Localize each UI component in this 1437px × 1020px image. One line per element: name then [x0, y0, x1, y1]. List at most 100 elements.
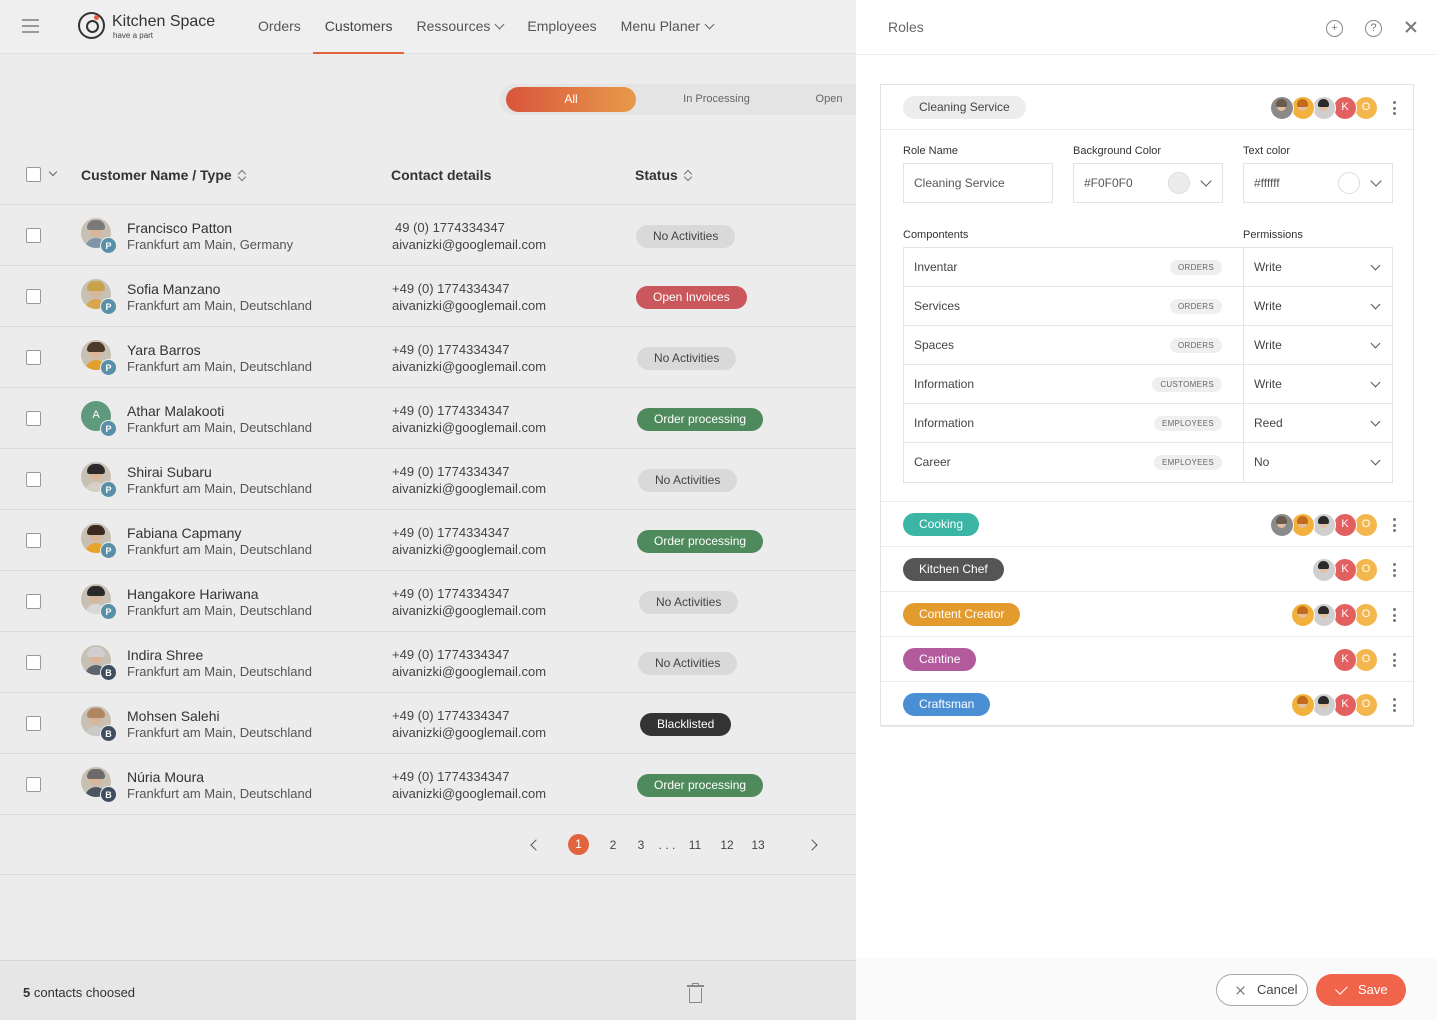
column-header-status[interactable]: Status — [635, 167, 693, 183]
role-row[interactable]: Cantine O K — [881, 637, 1413, 682]
page-2[interactable]: 2 — [603, 834, 623, 856]
background-color-picker[interactable]: #F0F0F0 — [1073, 163, 1223, 203]
table-row[interactable]: P Fabiana Capmany Frankfurt am Main, Deuts… — [0, 510, 856, 571]
filter-all[interactable]: All — [506, 87, 636, 112]
role-row[interactable]: Craftsman O K — [881, 682, 1413, 727]
permission-select[interactable]: Reed — [1244, 404, 1393, 443]
row-checkbox[interactable] — [26, 350, 41, 365]
row-checkbox[interactable] — [26, 533, 41, 548]
permission-select[interactable]: Write — [1244, 365, 1393, 404]
nav-item-orders[interactable]: Orders — [246, 0, 313, 54]
row-checkbox[interactable] — [26, 228, 41, 243]
nav-item-menu-planer[interactable]: Menu Planer — [609, 0, 725, 54]
row-checkbox[interactable] — [26, 411, 41, 426]
member-avatar-k[interactable]: K — [1333, 693, 1357, 717]
page-13[interactable]: 13 — [748, 834, 768, 856]
nav-item-ressources[interactable]: Ressources — [404, 0, 515, 54]
chevron-down-icon[interactable] — [1370, 175, 1382, 187]
select-options-chevron-icon[interactable] — [48, 167, 58, 177]
table-row[interactable]: B Mohsen Salehi Frankfurt am Main, Deutsch… — [0, 693, 856, 754]
prev-page-icon[interactable] — [530, 839, 542, 851]
table-row[interactable]: P Hangakore Hariwana Frankfurt am Main, De… — [0, 571, 856, 632]
row-checkbox[interactable] — [26, 594, 41, 609]
add-role-icon[interactable]: + — [1326, 20, 1343, 37]
table-row[interactable]: P Shirai Subaru Frankfurt am Main, Deutsch… — [0, 449, 856, 510]
member-avatar[interactable] — [1291, 513, 1315, 537]
more-options-icon[interactable] — [1393, 563, 1396, 580]
sort-icon[interactable] — [684, 169, 693, 181]
permission-select[interactable]: Write — [1244, 326, 1393, 365]
cancel-button[interactable]: Cancel — [1216, 974, 1308, 1006]
more-options-icon[interactable] — [1393, 518, 1396, 535]
page-3[interactable]: 3 — [631, 834, 651, 856]
member-avatar[interactable] — [1312, 96, 1336, 120]
table-row[interactable]: P Sofia Manzano Frankfurt am Main, Deutsch… — [0, 266, 856, 327]
close-icon[interactable] — [1404, 20, 1418, 34]
help-icon[interactable]: ? — [1365, 20, 1382, 37]
column-header-customer[interactable]: Customer Name / Type — [81, 167, 247, 183]
more-options-icon[interactable] — [1393, 698, 1396, 715]
hamburger-menu-icon[interactable] — [22, 19, 39, 33]
text-color-picker[interactable]: #ffffff — [1243, 163, 1393, 203]
member-avatar[interactable] — [1291, 603, 1315, 627]
page-12[interactable]: 12 — [717, 834, 737, 856]
row-checkbox[interactable] — [26, 472, 41, 487]
permission-select[interactable]: Write — [1244, 287, 1393, 326]
app-logo[interactable]: Kitchen Space have a part — [78, 11, 238, 43]
select-all-checkbox[interactable] — [26, 167, 41, 182]
member-avatar-k[interactable]: K — [1333, 648, 1357, 672]
nav-item-employees[interactable]: Employees — [515, 0, 608, 54]
member-avatar-o[interactable]: O — [1354, 513, 1378, 537]
background-color-swatch[interactable] — [1168, 172, 1190, 194]
member-avatar-k[interactable]: K — [1333, 603, 1357, 627]
role-name-input[interactable]: Cleaning Service — [903, 163, 1053, 203]
permission-select[interactable]: No — [1244, 443, 1393, 482]
member-avatar[interactable] — [1291, 693, 1315, 717]
filter-in-processing[interactable]: In Processing — [649, 87, 784, 112]
member-avatar[interactable] — [1312, 513, 1336, 537]
table-row[interactable]: B Núria Moura Frankfurt am Main, Deutschla… — [0, 754, 856, 815]
member-avatar[interactable] — [1270, 96, 1294, 120]
member-avatar-o[interactable]: O — [1354, 693, 1378, 717]
role-badge[interactable]: Cleaning Service — [903, 96, 1026, 119]
table-row[interactable]: B Indira Shree Frankfurt am Main, Deutschl… — [0, 632, 856, 693]
filter-open[interactable]: Open — [799, 87, 859, 112]
page-11[interactable]: 11 — [685, 834, 705, 856]
role-badge[interactable]: Craftsman — [903, 693, 991, 716]
permission-select[interactable]: Write — [1244, 248, 1393, 287]
role-badge[interactable]: Cooking — [903, 513, 980, 536]
member-avatar-o[interactable]: O — [1354, 96, 1378, 120]
member-avatar-k[interactable]: K — [1333, 558, 1357, 582]
table-row[interactable]: A P Athar Malakooti Frankfurt am Main, Deut… — [0, 388, 856, 449]
table-row[interactable]: P Francisco Patton Frankfurt am Main, Germ… — [0, 205, 856, 266]
member-avatar-o[interactable]: O — [1354, 648, 1378, 672]
save-button[interactable]: Save — [1316, 974, 1406, 1006]
sort-icon[interactable] — [238, 169, 247, 181]
chevron-down-icon[interactable] — [1200, 175, 1212, 187]
role-badge[interactable]: Cantine — [903, 648, 977, 671]
member-avatar-o[interactable]: O — [1354, 603, 1378, 627]
member-avatar[interactable] — [1291, 96, 1315, 120]
text-color-swatch[interactable] — [1338, 172, 1360, 194]
row-checkbox[interactable] — [26, 777, 41, 792]
role-row[interactable]: Cleaning Service O K — [881, 85, 1413, 130]
table-row[interactable]: P Yara Barros Frankfurt am Main, Deutschla… — [0, 327, 856, 388]
member-avatar-k[interactable]: K — [1333, 96, 1357, 120]
page-1[interactable]: 1 — [568, 834, 589, 855]
role-row[interactable]: Kitchen Chef O K — [881, 547, 1413, 592]
trash-icon[interactable] — [687, 983, 704, 1003]
next-page-icon[interactable] — [806, 839, 818, 851]
role-row[interactable]: Cooking O K — [881, 502, 1413, 547]
member-avatar[interactable] — [1312, 603, 1336, 627]
member-avatar[interactable] — [1270, 513, 1294, 537]
row-checkbox[interactable] — [26, 655, 41, 670]
member-avatar[interactable] — [1312, 558, 1336, 582]
role-badge[interactable]: Kitchen Chef — [903, 558, 1004, 581]
member-avatar-k[interactable]: K — [1333, 513, 1357, 537]
member-avatar[interactable] — [1312, 693, 1336, 717]
more-options-icon[interactable] — [1393, 101, 1396, 118]
more-options-icon[interactable] — [1393, 608, 1396, 625]
role-row[interactable]: Content Creator O K — [881, 592, 1413, 637]
row-checkbox[interactable] — [26, 289, 41, 304]
row-checkbox[interactable] — [26, 716, 41, 731]
